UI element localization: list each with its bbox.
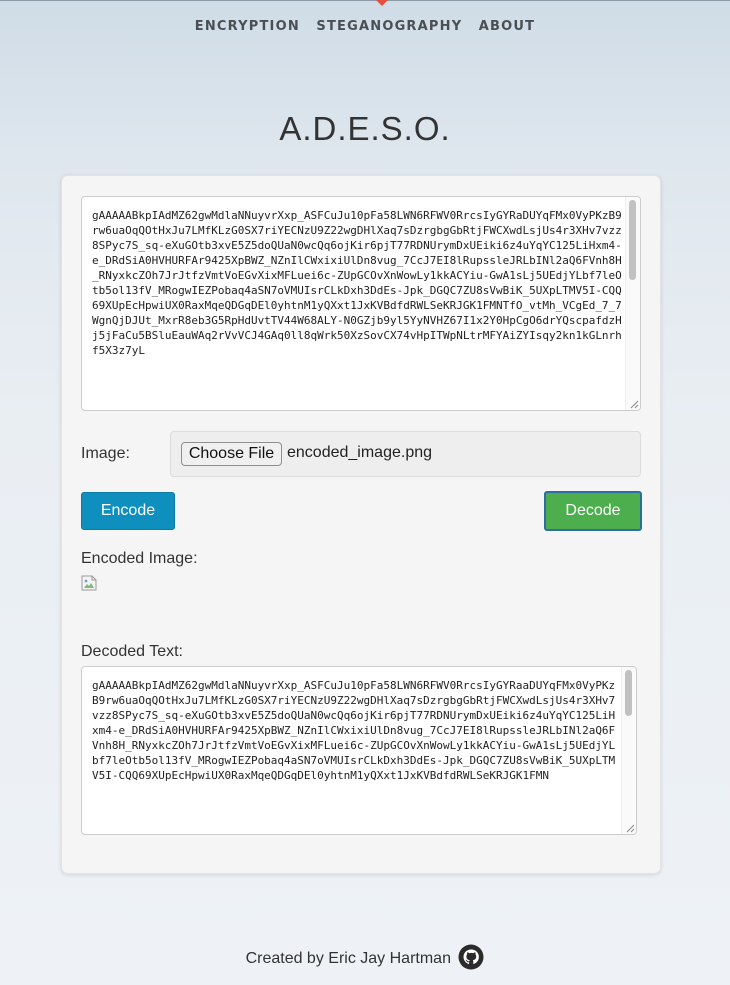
input-textarea[interactable]: gAAAAABkpIAdMZ62gwMdlaNNuyvrXxp_ASFCuJu1… <box>81 196 641 411</box>
choose-file-button[interactable]: Choose File <box>181 442 282 466</box>
decode-button[interactable]: Decode <box>544 491 642 531</box>
input-scroll-thumb[interactable] <box>629 200 636 280</box>
input-scrollbar[interactable] <box>625 197 640 410</box>
decoded-textarea-text: gAAAAABkpIAdMZ62gwMdlaNNuyvrXxp_ASFCuJu1… <box>92 679 616 782</box>
nav-item-encryption[interactable]: ENCRYPTION <box>195 19 300 34</box>
broken-image-icon <box>81 575 97 591</box>
decoded-text-label: Decoded Text: <box>81 643 183 660</box>
top-nav: ENCRYPTION STEGANOGRAPHY ABOUT <box>0 17 730 35</box>
encoded-image-label: Encoded Image: <box>81 550 198 567</box>
image-label: Image: <box>81 445 130 462</box>
active-nav-marker <box>376 0 388 6</box>
encode-button[interactable]: Encode <box>81 492 175 530</box>
resize-grip-icon[interactable] <box>629 399 639 409</box>
decoded-scroll-thumb[interactable] <box>625 670 632 716</box>
page-title: A.D.E.S.O. <box>279 110 451 147</box>
decoded-scrollbar[interactable] <box>621 667 636 834</box>
nav-item-steganography[interactable]: STEGANOGRAPHY <box>316 19 462 34</box>
input-textarea-text: gAAAAABkpIAdMZ62gwMdlaNNuyvrXxp_ASFCuJu1… <box>92 209 622 357</box>
footer-credit: Created by Eric Jay Hartman <box>245 950 451 968</box>
selected-file-name: encoded_image.png <box>287 444 433 461</box>
top-border <box>0 0 730 1</box>
nav-item-about[interactable]: ABOUT <box>479 19 535 34</box>
file-input[interactable]: Choose File encoded_image.png <box>170 431 641 477</box>
decoded-textarea[interactable]: gAAAAABkpIAdMZ62gwMdlaNNuyvrXxp_ASFCuJu1… <box>81 666 637 835</box>
resize-grip-icon[interactable] <box>625 823 635 833</box>
github-icon[interactable] <box>458 944 484 970</box>
footer: Created by Eric Jay Hartman <box>0 944 730 970</box>
